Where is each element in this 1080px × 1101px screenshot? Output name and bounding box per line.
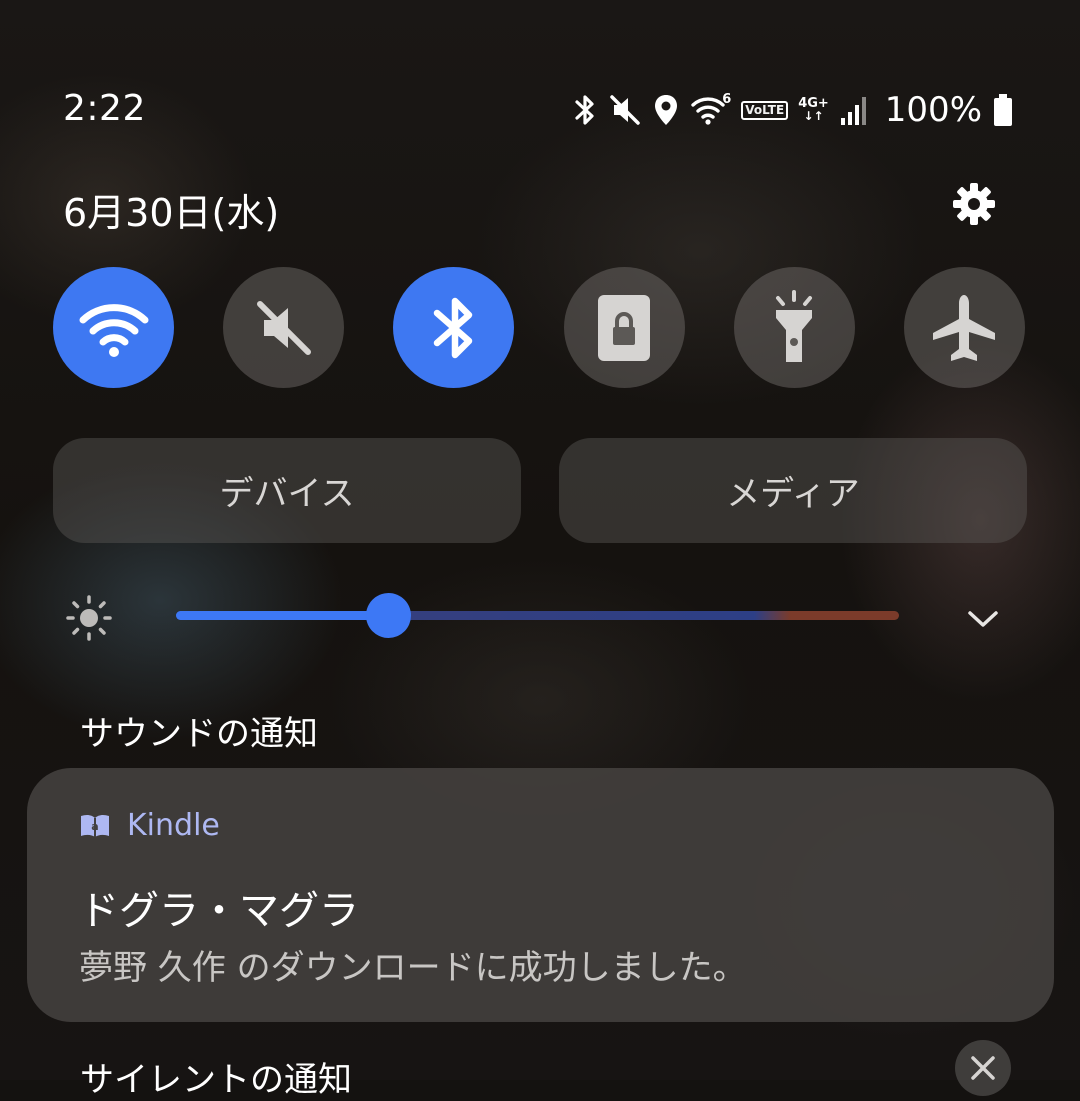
signal-icon — [840, 97, 866, 125]
kindle-book-icon: a — [81, 814, 109, 837]
bluetooth-toggle[interactable] — [393, 267, 515, 388]
notification-app-name: Kindle — [127, 808, 220, 843]
volte-icon: VoLTE — [741, 100, 789, 120]
bluetooth-icon — [433, 297, 473, 358]
notification-card-kindle[interactable]: a Kindle ドグラ・マグラ 夢野 久作 のダウンロードに成功しました。 — [27, 768, 1054, 1022]
notification-app-row: a Kindle — [79, 808, 220, 843]
wifi-icon — [79, 303, 148, 357]
sound-notifications-header: サウンドの通知 — [80, 714, 318, 754]
chevron-down-icon — [968, 611, 998, 627]
brightness-slider-thumb[interactable] — [366, 593, 411, 638]
mute-icon — [610, 95, 640, 125]
devices-button[interactable]: デバイス — [53, 438, 521, 543]
airplane-icon — [933, 294, 996, 361]
date-label: 6月30日(水) — [63, 191, 280, 235]
wifi-toggle[interactable] — [53, 267, 174, 388]
brightness-icon — [66, 595, 112, 641]
silent-notifications-header: サイレントの通知 — [80, 1060, 352, 1100]
battery-icon — [994, 94, 1012, 126]
notification-title: ドグラ・マグラ — [79, 888, 359, 934]
svg-text:a: a — [91, 820, 98, 833]
status-time: 2:22 — [63, 88, 146, 129]
media-button[interactable]: メディア — [559, 438, 1027, 543]
wifi-band-label: 6 — [722, 92, 732, 107]
gear-icon — [953, 183, 995, 225]
flashlight-toggle[interactable] — [733, 267, 855, 388]
portrait-lock-toggle[interactable] — [563, 267, 685, 388]
status-icons: 6 VoLTE 4G+ ↓↑ 100% — [572, 88, 1014, 132]
portrait-lock-icon — [598, 294, 651, 361]
clear-silent-notifications-button[interactable] — [955, 1040, 1011, 1096]
data-arrows: ↓↑ — [803, 109, 824, 123]
mute-icon — [256, 300, 311, 355]
flashlight-icon — [776, 289, 813, 362]
notification-body: 夢野 久作 のダウンロードに成功しました。 — [79, 948, 747, 988]
battery-percent: 100% — [884, 90, 982, 130]
wifi-icon — [691, 97, 725, 125]
panel-buttons: デバイス メディア — [53, 438, 1027, 543]
expand-brightness-button[interactable] — [962, 598, 1004, 640]
sound-toggle[interactable] — [223, 267, 345, 388]
bluetooth-icon — [575, 95, 594, 125]
settings-button[interactable] — [950, 180, 998, 228]
location-icon — [655, 95, 678, 125]
mobile-data-icon: 4G+ ↓↑ — [798, 97, 829, 123]
quick-settings-toggles — [53, 267, 1025, 388]
brightness-slider-fill — [176, 611, 389, 620]
close-icon — [971, 1056, 995, 1080]
airplane-mode-toggle[interactable] — [903, 267, 1025, 388]
